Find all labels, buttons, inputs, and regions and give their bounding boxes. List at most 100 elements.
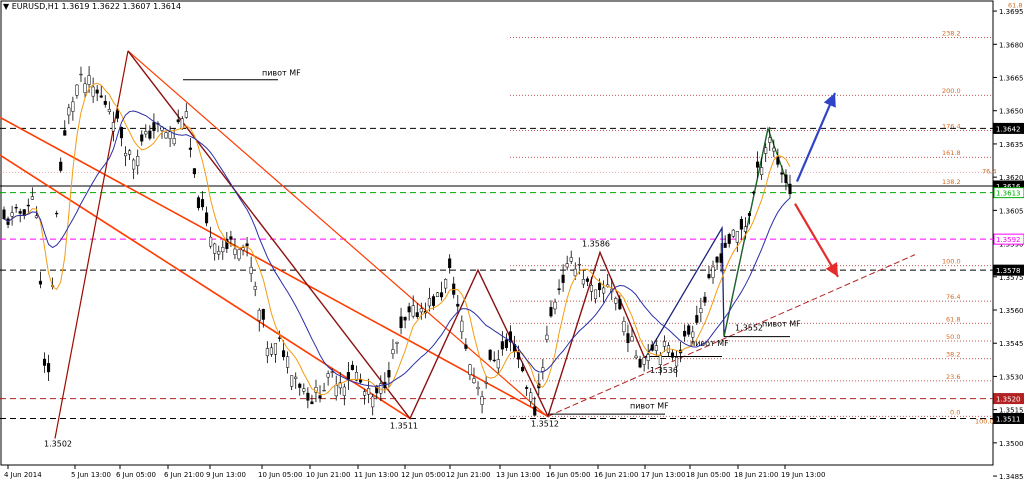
fib-label: 176.4 [942, 123, 961, 131]
candle-body [460, 320, 464, 333]
candle-body [42, 358, 47, 366]
candle-body [444, 279, 448, 289]
candle-body [363, 391, 367, 396]
candle-body [399, 316, 403, 328]
candle-body [132, 159, 136, 170]
price-annotation: 1.3502 [44, 439, 72, 448]
candle-body [91, 86, 95, 97]
candle-body [245, 243, 249, 247]
candle-body [144, 131, 148, 135]
candle-body [419, 308, 423, 313]
candle-body [691, 331, 695, 338]
candle-body [55, 212, 59, 215]
candle-body [476, 386, 480, 390]
candle-body [188, 147, 192, 150]
candle-body [472, 378, 476, 384]
candle-body [152, 122, 156, 132]
candle-body [273, 343, 278, 355]
candle-body [488, 349, 492, 360]
candle-body [630, 336, 634, 342]
candle-body [176, 119, 180, 123]
candle-body [217, 250, 221, 255]
candle-body [557, 288, 561, 291]
candle-body [638, 359, 642, 368]
price-chart[interactable]: 1.36951.36801.36651.36501.36351.36201.36… [0, 0, 1024, 482]
candle-body [387, 369, 391, 378]
candle-body [622, 321, 626, 333]
candle-body [229, 236, 233, 240]
level-price-label: 1.3511 [996, 416, 1021, 424]
candle-body [253, 286, 257, 290]
dropdown-arrow-icon[interactable]: ▼ [3, 2, 9, 11]
candle-body [221, 247, 225, 253]
candle-body [371, 396, 375, 408]
y-tick-label: 1.3650 [999, 108, 1024, 116]
candle-body [196, 197, 201, 209]
level-price-label: 1.3592 [996, 236, 1021, 244]
candle-body [533, 406, 537, 416]
candle-body [237, 249, 241, 260]
candle-body [261, 309, 265, 320]
candle-body [34, 215, 38, 219]
candle-body [415, 312, 419, 317]
forecast-up-arrow [795, 92, 837, 183]
candle-body [79, 73, 83, 76]
candle-body [407, 306, 411, 313]
candle-body [241, 247, 245, 251]
candle-body [26, 204, 30, 207]
symbol-label: EURUSD,H1 [11, 2, 59, 11]
y-tick-label: 1.3560 [999, 307, 1024, 315]
candle-body [119, 127, 124, 139]
candle-body [168, 131, 172, 139]
fib-label: 23.6 [946, 373, 960, 381]
candle-body [642, 357, 646, 365]
price-annotation: 1.3586 [582, 239, 610, 248]
price-annotation: 1.3512 [531, 419, 559, 428]
y-tick-label: 1.3680 [999, 41, 1024, 49]
candle-body [282, 350, 286, 358]
candle-body [768, 137, 772, 143]
candle-body [707, 274, 711, 279]
chart-header: ▼ EURUSD,H1 1.3619 1.3622 1.3607 1.3614 [3, 2, 181, 11]
candle-body [456, 303, 460, 307]
fib-label: 50.0 [946, 333, 960, 341]
candle-body [205, 212, 209, 224]
zigzag-pattern [127, 50, 646, 420]
candle-body [553, 301, 557, 310]
candle-body [650, 344, 654, 351]
level-price-label: 1.3578 [996, 267, 1021, 275]
candle-body [658, 355, 662, 365]
candle-body [541, 367, 545, 372]
y-tick-label: 1.3500 [999, 440, 1024, 448]
fib-label: 76.4 [946, 293, 960, 301]
candle-body [136, 155, 140, 166]
candle-body [525, 387, 529, 389]
fib-label: 61.8 [946, 315, 960, 323]
candle-body [403, 317, 407, 321]
y-tick-label: 1.3545 [999, 340, 1024, 348]
candle-body [38, 280, 43, 285]
candle-body [184, 111, 188, 118]
candle-body [585, 278, 589, 282]
x-tick-label: 12 Jun 21:00 [446, 471, 490, 479]
candle-body [589, 285, 594, 292]
x-tick-label: 16 Jun 05:00 [546, 471, 590, 479]
candle-body [715, 256, 719, 263]
fib-label: 161.8 [942, 149, 961, 157]
candle-body [87, 75, 91, 85]
candle-body [63, 130, 67, 136]
candle-body [468, 364, 472, 375]
candle-body [302, 388, 306, 392]
x-tick-label: 13 Jun 13:00 [496, 471, 540, 479]
x-tick-label: 17 Jun 13:00 [641, 471, 685, 479]
candle-body [330, 371, 334, 373]
candle-body [756, 161, 760, 168]
candle-body [277, 337, 282, 339]
candle-body [654, 345, 658, 351]
y-tick-label: 1.3530 [999, 373, 1024, 381]
y-tick-label: 1.3635 [999, 141, 1024, 149]
candle-body [75, 84, 79, 96]
x-tick-label: 12 Jun 05:00 [401, 471, 445, 479]
candle-body [326, 373, 330, 378]
candle-body [265, 348, 269, 357]
